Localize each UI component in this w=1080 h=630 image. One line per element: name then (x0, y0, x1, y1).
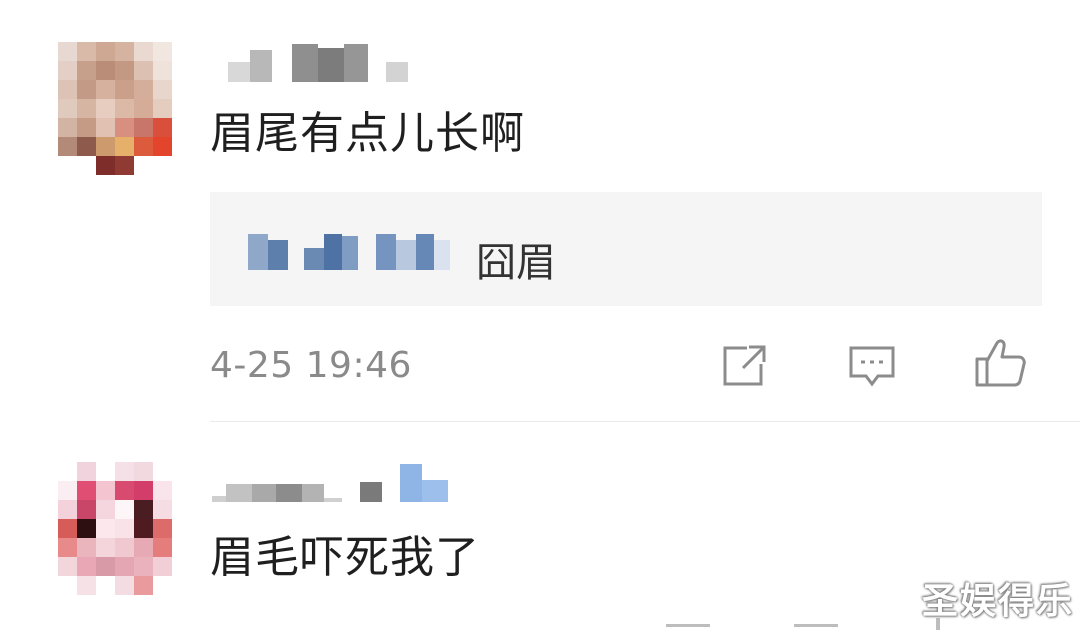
thumbs-up-icon (975, 339, 1026, 387)
avatar[interactable] (58, 462, 172, 595)
username-blurred[interactable] (228, 42, 408, 82)
comment-text: 眉毛吓死我了 (210, 532, 480, 583)
reply-button[interactable] (844, 338, 900, 394)
comment-divider (210, 421, 1080, 422)
watermark: 圣娱得乐 (922, 581, 1075, 622)
reply-username-blurred[interactable] (248, 232, 450, 270)
like-button[interactable] (972, 334, 1028, 390)
comment-text: 眉尾有点儿长啊 (210, 108, 525, 159)
reply-preview[interactable]: 囧眉 (210, 192, 1042, 306)
timestamp: 4-25 19:46 (210, 345, 412, 386)
comment-icon (849, 346, 895, 387)
share-button[interactable] (716, 338, 772, 394)
share-icon (723, 345, 766, 386)
reply-text: 囧眉 (476, 240, 556, 286)
avatar[interactable] (58, 42, 172, 175)
username-blurred[interactable] (212, 462, 448, 502)
partial-action-icons (660, 618, 960, 630)
